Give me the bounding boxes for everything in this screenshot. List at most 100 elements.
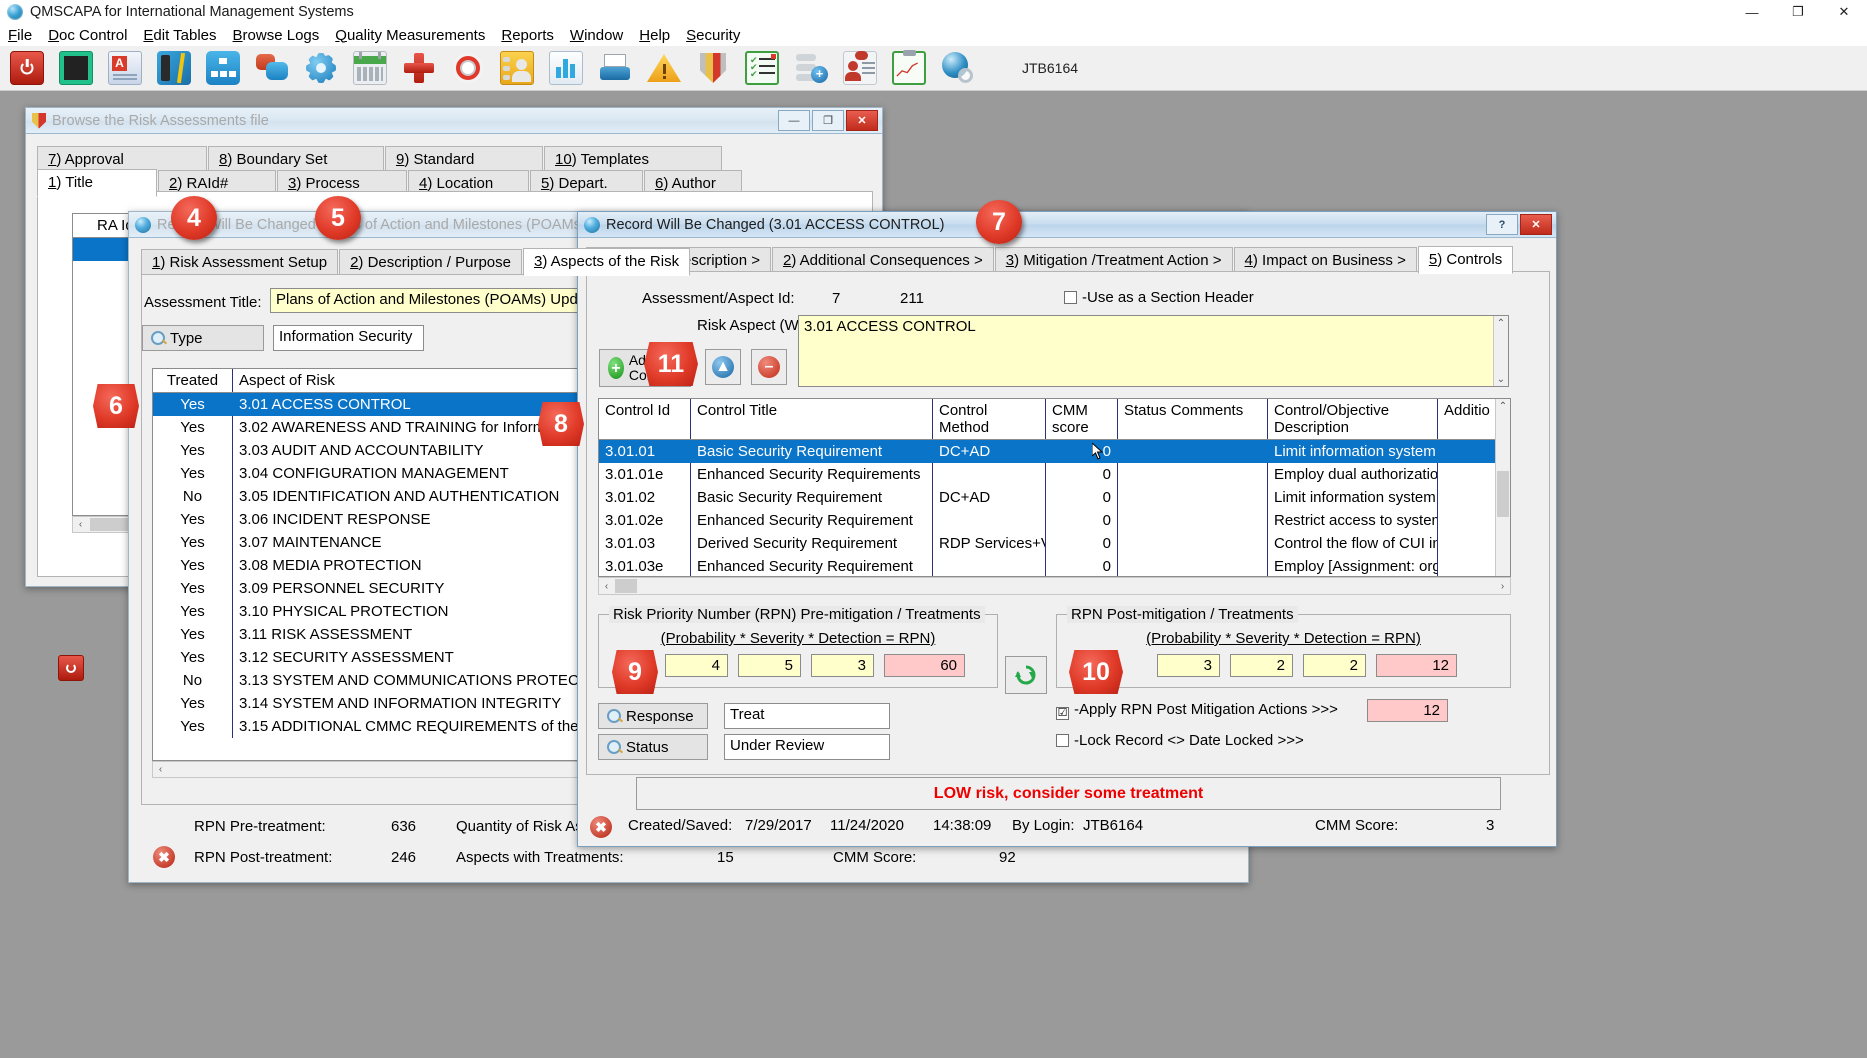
menu-window[interactable]: Window xyxy=(570,27,623,44)
rpn-pre-detection-input[interactable]: 3 xyxy=(811,654,874,677)
status-lookup-button[interactable]: Status xyxy=(598,734,708,760)
table-row[interactable]: 3.01.02Basic Security RequirementDC+AD0L… xyxy=(599,486,1510,509)
status-value-field[interactable]: Under Review xyxy=(724,734,890,760)
browse-maximize-button[interactable]: ❐ xyxy=(812,110,844,131)
move-up-button[interactable]: ▲ xyxy=(705,349,741,385)
rpn-pre-probability-input[interactable]: 4 xyxy=(665,654,728,677)
controls-grid-vscrollbar[interactable]: ⌃ xyxy=(1495,399,1510,576)
scroll-up-icon[interactable]: ⌃ xyxy=(1496,399,1510,413)
tab-mitigation-treatment-action[interactable]: 3) Mitigation /Treatment Action > xyxy=(995,247,1233,274)
tab-title[interactable]: 1) Title xyxy=(37,169,157,197)
scroll-left-icon[interactable]: ‹ xyxy=(153,762,168,777)
printer-icon[interactable] xyxy=(598,51,632,85)
calendar-icon[interactable] xyxy=(353,51,387,85)
table-row[interactable]: 3.01.03eEnhanced Security Requirement0Em… xyxy=(599,555,1510,577)
hscroll-thumb[interactable] xyxy=(90,518,128,531)
menu-reports[interactable]: Reports xyxy=(501,27,554,44)
globe-search-icon[interactable] xyxy=(941,51,975,85)
scroll-right-icon[interactable]: › xyxy=(1495,578,1510,594)
response-value-field[interactable]: Treat xyxy=(724,703,890,729)
scroll-left-icon[interactable]: ‹ xyxy=(73,517,88,532)
table-row[interactable]: 3.01.03Derived Security RequirementRDP S… xyxy=(599,532,1510,555)
aspects-with-treatments-label: Aspects with Treatments: xyxy=(456,849,624,866)
database-add-icon[interactable]: + xyxy=(794,51,828,85)
checklist-icon[interactable]: ✔✔✔ xyxy=(745,51,779,85)
record-tabs: 1) General Description > 2) Additional C… xyxy=(586,246,1514,274)
poam-cmm-score-value: 92 xyxy=(999,849,1016,866)
use-as-section-header-checkbox[interactable]: -Use as a Section Header xyxy=(1064,289,1254,306)
close-button[interactable]: ✕ xyxy=(1821,0,1867,24)
browse-minimize-button[interactable]: — xyxy=(778,110,810,131)
delete-control-button[interactable]: – xyxy=(751,349,787,385)
menu-file[interactable]: File xyxy=(8,27,32,44)
callout-badge-8: 8 xyxy=(538,402,584,446)
tab-impact-on-business[interactable]: 4) Impact on Business > xyxy=(1234,247,1417,274)
pdf-document-icon[interactable]: A xyxy=(108,51,142,85)
tab-description-purpose[interactable]: 2) Description / Purpose xyxy=(339,249,522,276)
record-close-button[interactable]: ✕ xyxy=(1520,214,1552,235)
response-lookup-button[interactable]: Response xyxy=(598,703,708,729)
menu-security[interactable]: Security xyxy=(686,27,740,44)
notebook-pencil-icon[interactable] xyxy=(157,51,191,85)
tab-process-label: ) Process xyxy=(296,175,359,192)
apply-rpn-post-mitigation-checkbox[interactable]: ☑-Apply RPN Post Mitigation Actions >>> xyxy=(1056,701,1338,720)
risk-aspect-scrollbar[interactable]: ⌃ ⌄ xyxy=(1493,316,1508,386)
trend-chart-clipboard-icon[interactable] xyxy=(892,51,926,85)
table-row[interactable]: 3.01.02eEnhanced Security Requirement0Re… xyxy=(599,509,1510,532)
tab-risk-assessment-setup[interactable]: 1) Risk Assessment Setup xyxy=(141,249,338,276)
rpn-pre-severity-input[interactable]: 5 xyxy=(738,654,801,677)
red-plus-icon[interactable] xyxy=(402,51,436,85)
chat-bubbles-icon[interactable] xyxy=(255,51,289,85)
address-book-icon[interactable] xyxy=(500,51,534,85)
contact-card-icon[interactable] xyxy=(843,51,877,85)
menu-quality-measurements[interactable]: Quality Measurements xyxy=(335,27,485,44)
browse-close-button[interactable]: ✕ xyxy=(846,110,878,131)
rpn-post-severity-input[interactable]: 2 xyxy=(1230,654,1293,677)
vscroll-thumb[interactable] xyxy=(1497,471,1509,517)
tab-additional-consequences[interactable]: 2) Additional Consequences > xyxy=(772,247,994,274)
power-icon[interactable] xyxy=(10,51,44,85)
rpn-post-formula: (Probability * Severity * Detection = RP… xyxy=(1067,630,1500,647)
recalculate-rpn-button[interactable] xyxy=(1005,656,1047,694)
section-header-checkbox-box[interactable] xyxy=(1064,291,1077,304)
lock-record-checkbox[interactable]: -Lock Record <> Date Locked >>> xyxy=(1056,732,1304,749)
app-title: QMSCAPA for International Management Sys… xyxy=(30,4,354,20)
menu-browse-logs[interactable]: Browse Logs xyxy=(233,27,320,44)
tab-controls[interactable]: 5) Controls xyxy=(1418,246,1513,274)
maximize-button[interactable]: ❐ xyxy=(1775,0,1821,24)
table-row[interactable]: 3.01.01Basic Security RequirementDC+AD0L… xyxy=(599,440,1510,463)
rpn-pre-formula: (Probability * Severity * Detection = RP… xyxy=(609,630,987,647)
tab-aspects-of-the-risk[interactable]: 3) Aspects of the Risk xyxy=(523,248,690,276)
type-value-field[interactable]: Information Security xyxy=(273,325,424,351)
scroll-down-icon[interactable]: ⌄ xyxy=(1494,372,1508,386)
browse-window-titlebar[interactable]: Browse the Risk Assessments file — ❐ ✕ xyxy=(26,108,882,134)
minimize-button[interactable]: — xyxy=(1729,0,1775,24)
type-lookup-button[interactable]: Type xyxy=(142,325,264,351)
menu-doc-control[interactable]: Doc Control xyxy=(48,27,127,44)
menu-help[interactable]: Help xyxy=(639,27,670,44)
menu-edit-tables[interactable]: Edit Tables xyxy=(143,27,216,44)
hscroll-thumb[interactable] xyxy=(615,579,637,593)
org-chart-icon[interactable] xyxy=(206,51,240,85)
shield-icon[interactable] xyxy=(696,51,730,85)
document-list-icon[interactable] xyxy=(59,51,93,85)
rpn-post-detection-input[interactable]: 2 xyxy=(1303,654,1366,677)
help-button[interactable]: ? xyxy=(1486,214,1518,235)
rpn-post-probability-input[interactable]: 3 xyxy=(1157,654,1220,677)
desc-cell: Restrict access to systems a xyxy=(1268,509,1438,532)
lifebuoy-icon[interactable] xyxy=(451,51,485,85)
apply-checkbox-box[interactable]: ☑ xyxy=(1056,707,1069,720)
gear-icon[interactable] xyxy=(304,51,338,85)
risk-aspect-field[interactable]: 3.01 ACCESS CONTROL ⌃ ⌄ xyxy=(798,315,1509,387)
controls-grid[interactable]: Control Id Control Title Control Method … xyxy=(598,398,1511,577)
lock-checkbox-box[interactable] xyxy=(1056,734,1069,747)
controls-grid-hscrollbar[interactable]: ‹ › xyxy=(598,577,1511,595)
browse-power-button[interactable] xyxy=(58,655,84,681)
scroll-left-icon[interactable]: ‹ xyxy=(599,578,614,594)
warning-triangle-icon[interactable] xyxy=(647,51,681,85)
table-row[interactable]: 3.01.01eEnhanced Security Requirements0E… xyxy=(599,463,1510,486)
scroll-up-icon[interactable]: ⌃ xyxy=(1494,316,1508,330)
bar-chart-document-icon[interactable] xyxy=(549,51,583,85)
lock-checkbox-label: -Lock Record <> Date Locked >>> xyxy=(1074,732,1304,749)
record-window-titlebar[interactable]: Record Will Be Changed (3.01 ACCESS CONT… xyxy=(578,212,1556,238)
